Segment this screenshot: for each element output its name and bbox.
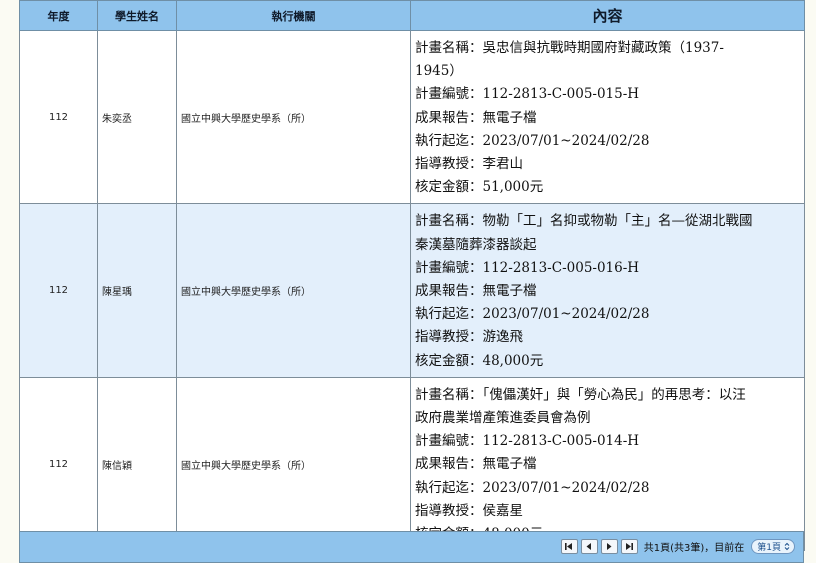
content-line: 指導教授：侯嘉星 [415,502,523,519]
header-content: 內容 [410,0,805,31]
prev-page-icon [586,543,592,550]
cell-executing-agency: 國立中興大學歷史學系（所） [176,203,411,378]
content-line: 成果報告：無電子檔 [415,456,537,473]
up-down-chevron-icon [784,542,790,551]
cell-content: 計畫名稱：物勒「工」名抑或物勒「主」名—從湖北戰國 秦漢墓隨葬漆器談起計畫編號：1… [410,203,805,378]
table-row: 112 陳信穎 國立中興大學歷史學系（所） 計畫名稱：「傀儡漢奸」與「勞心為民」的再思… [19,376,805,552]
first-page-button[interactable] [560,539,578,554]
content-line: 執行起迄：2023/07/01~2024/02/28 [415,479,650,496]
cell-executing-agency: 國立中興大學歷史學系（所） [176,376,411,552]
content-line: 核定金額：51,000元 [415,179,544,196]
content-line: 執行起迄：2023/07/01~2024/02/28 [415,306,650,323]
content-line: 核定金額：48,000元 [415,352,544,369]
content-line: 成果報告：無電子檔 [415,109,537,126]
last-page-icon [626,543,634,550]
prev-page-button[interactable] [580,539,598,554]
next-page-button[interactable] [600,539,618,554]
content-line: 計畫編號：112-2813-C-005-016-H [415,259,640,276]
content-line: 成果報告：無電子檔 [415,283,537,300]
content-line: 計畫編號：112-2813-C-005-015-H [415,86,640,103]
cell-content: 計畫名稱：吳忠信與抗戰時期國府對藏政策（1937- 1945） 計畫編號：112-2… [410,29,805,205]
page-select[interactable]: 第1頁 [751,539,795,554]
content-line: 計畫名稱：物勒「工」名抑或物勒「主」名—從湖北戰國 [415,213,753,230]
cell-student-name: 陳信穎 [97,376,177,552]
cell-executing-agency: 國立中興大學歷史學系（所） [176,29,411,205]
last-page-button[interactable] [620,539,638,554]
content-line: 指導教授：李君山 [415,156,523,173]
table-header-row: 年度 學生姓名 執行機關 內容 [19,0,805,31]
content-line: 執行起迄：2023/07/01~2024/02/28 [415,132,650,149]
header-year[interactable]: 年度 [19,0,98,31]
content-line: 秦漢墓隨葬漆器談起 [415,236,537,253]
next-page-icon [607,543,612,550]
pagination-bar: 共1頁(共3筆)，目前在 第1頁 [19,531,804,563]
header-student-name[interactable]: 學生姓名 [97,0,177,31]
cell-year: 112 [19,376,98,552]
results-table: 年度 學生姓名 執行機關 內容 112 朱奕丞 國立中興大學歷史學系（所） 計畫名稱：… [19,0,805,552]
first-page-icon [565,543,573,550]
table-row: 112 朱奕丞 國立中興大學歷史學系（所） 計畫名稱：吳忠信與抗戰時期國府對藏政策（1… [19,29,805,205]
page-select-value: 第1頁 [757,543,781,553]
content-line: 計畫編號：112-2813-C-005-014-H [415,433,640,450]
results-table-container: 年度 學生姓名 執行機關 內容 112 朱奕丞 國立中興大學歷史學系（所） 計畫名稱：… [19,0,805,552]
cell-year: 112 [19,203,98,378]
content-line: 政府農業增產策進委員會為例 [415,410,591,427]
cell-year: 112 [19,29,98,205]
header-executing-agency[interactable]: 執行機關 [176,0,411,31]
content-line: 計畫名稱：吳忠信與抗戰時期國府對藏政策（1937- [415,40,724,56]
content-line: 1945） [415,63,463,80]
cell-student-name: 陳星瑀 [97,203,177,378]
cell-student-name: 朱奕丞 [97,29,177,205]
content-line: 指導教授：游逸飛 [415,329,523,346]
content-line: 計畫名稱：「傀儡漢奸」與「勞心為民」的再思考：以汪 [415,386,746,403]
table-row: 112 陳星瑀 國立中興大學歷史學系（所） 計畫名稱：物勒「工」名抑或物勒「主」名—從… [19,203,805,378]
pagination-summary: 共1頁(共3筆)，目前在 [643,543,745,554]
cell-content: 計畫名稱：「傀儡漢奸」與「勞心為民」的再思考：以汪 政府農業增產策進委員會為例計畫… [410,376,805,552]
